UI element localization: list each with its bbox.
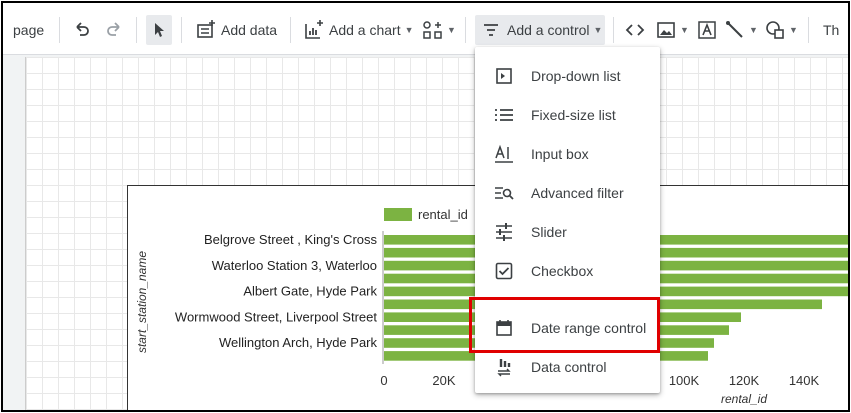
legend-label: rental_id [418,207,468,222]
page-menu[interactable]: page [13,15,44,45]
chevron-down-icon: ▼ [680,25,689,35]
image-icon [657,22,675,38]
add-chart-icon [305,20,323,39]
fixed-list-icon [491,104,517,126]
x-tick-label: 100K [669,373,700,388]
theme-button[interactable]: Th [823,15,839,45]
add-data-button[interactable]: Add data [195,15,277,45]
add-control-button[interactable]: Add a control ▼ [475,15,605,45]
menu-item-label: Data control [531,359,607,375]
menu-item-label: Date range control [531,320,647,336]
screenshot-frame: page Add data Add a chart ▼ ▼ Add a cont… [1,1,850,412]
menu-item-label: Input box [531,146,589,162]
add-data-label: Add data [221,22,278,38]
x-tick-label: 120K [729,373,760,388]
menu-item-label: Advanced filter [531,185,624,201]
image-button[interactable]: ▼ [656,15,689,45]
x-tick-label: 20K [432,373,455,388]
add-control-menu: Drop-down list Fixed-size list Input box… [475,47,660,393]
menu-item-input-box[interactable]: Input box [475,135,660,173]
checkbox-icon [491,260,517,282]
advanced-filter-icon [491,182,517,204]
data-control-icon [491,356,517,378]
shape-icon [766,21,784,39]
toolbar-divider [290,17,291,43]
redo-icon [107,22,120,36]
filter-icon [484,24,498,36]
y-tick-label: Waterloo Station 3, Waterloo [212,258,377,273]
y-axis-label: start_station_name [135,251,149,353]
line-button[interactable]: ▼ [725,15,758,45]
y-tick-label: Wellington Arch, Hyde Park [219,335,377,350]
calendar-icon [491,317,517,339]
chevron-down-icon: ▼ [404,25,414,35]
shape-button[interactable]: ▼ [765,15,798,45]
chevron-down-icon: ▼ [749,25,758,35]
select-tool-button[interactable] [146,15,172,45]
menu-item-label: Checkbox [531,263,594,279]
text-button[interactable] [697,15,717,45]
toolbar-divider [808,17,809,43]
undo-icon [76,22,89,36]
community-viz-button[interactable]: ▼ [421,15,456,45]
menu-item-date-range-control[interactable]: Date range control [475,309,660,347]
community-viz-icon [423,21,442,39]
theme-label: Th [823,22,840,38]
menu-item-advanced-filter[interactable]: Advanced filter [475,174,660,212]
y-tick-label: Albert Gate, Hyde Park [243,284,377,299]
toolbar: page Add data Add a chart ▼ ▼ Add a cont… [3,3,848,55]
toolbar-divider [59,17,60,43]
x-tick-label: 0 [380,373,387,388]
menu-item-slider[interactable]: Slider [475,213,660,251]
cursor-icon [155,23,164,37]
menu-item-drop-down-list[interactable]: Drop-down list [475,57,660,95]
add-chart-button[interactable]: Add a chart ▼ [303,15,414,45]
embed-url-button[interactable] [625,15,645,45]
chevron-down-icon: ▼ [593,25,603,35]
toolbar-divider [136,17,137,43]
menu-item-data-control[interactable]: Data control [475,348,660,386]
line-icon [726,21,743,38]
x-axis-label: rental_id [721,392,767,406]
y-tick-label: Belgrove Street , King's Cross [204,232,377,247]
y-tick-label: Wormwood Street, Liverpool Street [175,309,377,324]
menu-item-label: Drop-down list [531,68,621,84]
menu-item-fixed-size-list[interactable]: Fixed-size list [475,96,660,134]
add-control-label: Add a control [507,22,590,38]
toolbar-divider [465,17,466,43]
menu-item-label: Fixed-size list [531,107,616,123]
menu-item-label: Slider [531,224,567,240]
chevron-down-icon: ▼ [789,25,798,35]
chevron-down-icon: ▼ [447,25,456,35]
input-box-icon [491,143,517,165]
toolbar-divider [613,17,614,43]
legend-swatch [384,208,412,221]
dropdown-list-icon [491,65,517,87]
slider-icon [491,221,517,243]
text-box-icon [698,21,716,39]
code-icon [625,24,645,36]
undo-button[interactable] [73,15,91,45]
menu-item-checkbox[interactable]: Checkbox [475,252,660,290]
x-tick-label: 140K [789,373,820,388]
page-label: page [13,22,45,38]
toolbar-divider [181,17,182,43]
redo-button[interactable] [105,15,123,45]
add-chart-label: Add a chart [329,22,401,38]
add-data-icon [197,20,215,38]
